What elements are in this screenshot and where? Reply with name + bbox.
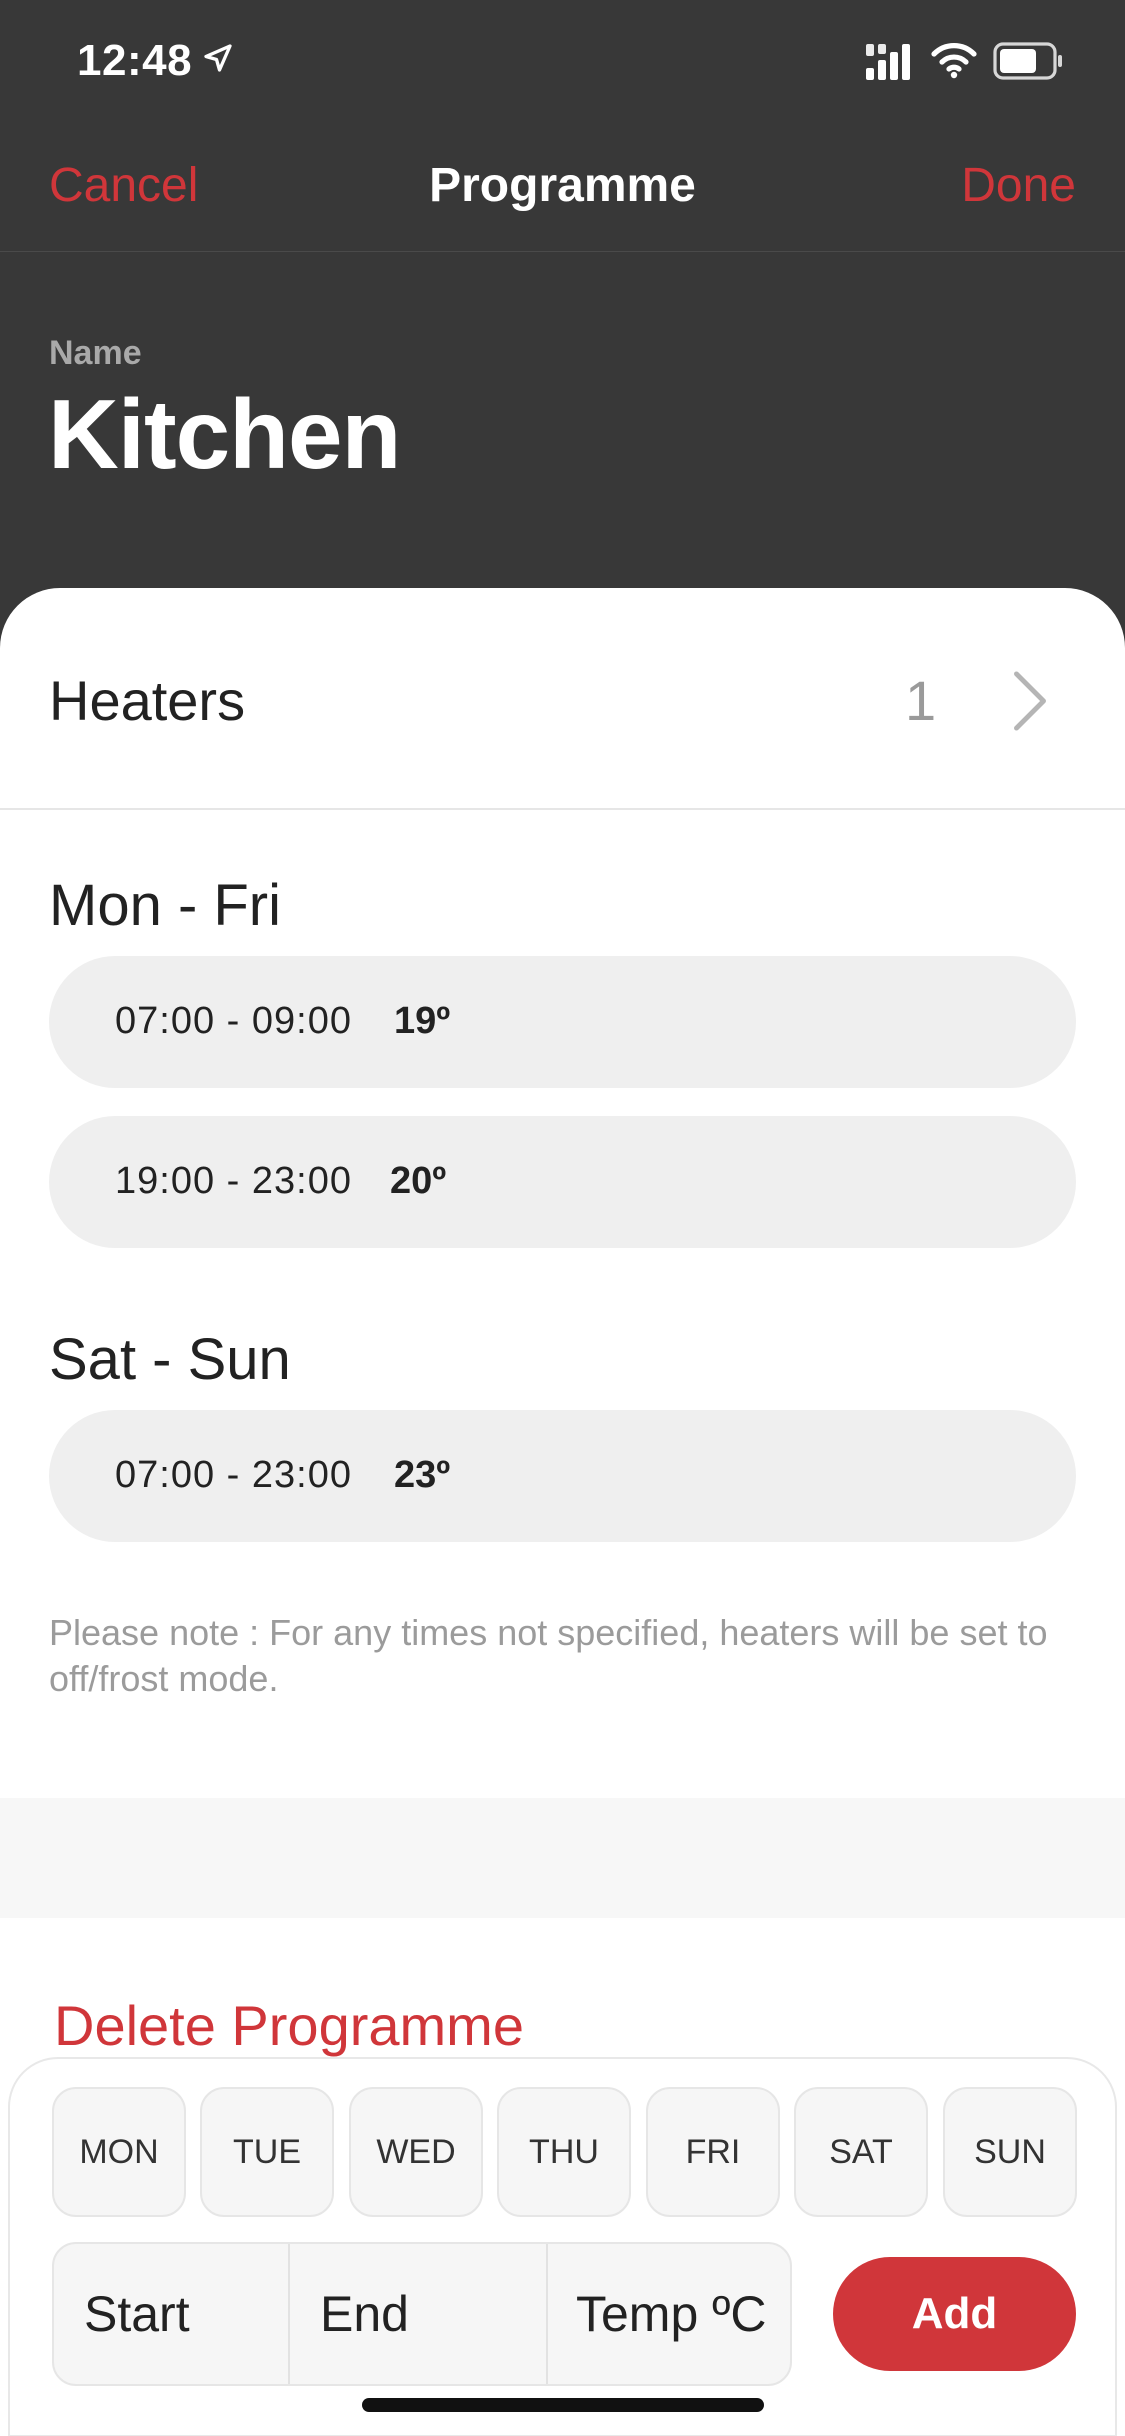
- slot-editor-panel: MON TUE WED THU FRI SAT SUN Start End Te…: [8, 2057, 1117, 2436]
- info-note: Please note : For any times not specifie…: [49, 1612, 1048, 1699]
- slot-time: 07:00 - 23:00: [115, 1454, 352, 1496]
- day-button-mon[interactable]: MON: [52, 2087, 186, 2217]
- slot-time: 19:00 - 23:00: [115, 1160, 352, 1202]
- home-indicator: [362, 2398, 764, 2412]
- heaters-label: Heaters: [49, 669, 246, 732]
- day-button-tue[interactable]: TUE: [200, 2087, 334, 2217]
- slot-temp: 20º: [390, 1160, 447, 1202]
- end-time-field[interactable]: End: [320, 2244, 409, 2384]
- section-separator: [0, 1798, 1125, 1918]
- done-button[interactable]: Done: [961, 158, 1076, 213]
- group-title-weekdays: Mon - Fri: [49, 873, 281, 938]
- group-title-weekend: Sat - Sun: [49, 1327, 291, 1392]
- day-button-sat[interactable]: SAT: [794, 2087, 928, 2217]
- time-slot[interactable]: 07:00 - 09:00 19º: [49, 956, 1076, 1088]
- add-button[interactable]: Add: [833, 2257, 1076, 2371]
- slot-time: 07:00 - 09:00: [115, 1000, 352, 1042]
- chevron-right-icon: [1014, 671, 1046, 731]
- heaters-row[interactable]: Heaters 1: [0, 588, 1125, 810]
- field-divider: [546, 2244, 548, 2384]
- navigation-bar: Cancel Programme Done: [0, 120, 1125, 252]
- field-divider: [288, 2244, 290, 2384]
- status-bar: 12:48: [0, 0, 1125, 120]
- day-button-wed[interactable]: WED: [349, 2087, 483, 2217]
- day-button-fri[interactable]: FRI: [646, 2087, 780, 2217]
- header-area: 12:48 Cancel Programme Done Name Kitchen: [0, 0, 1125, 640]
- slot-temp: 19º: [394, 1000, 451, 1042]
- delete-programme-button[interactable]: Delete Programme: [54, 1993, 524, 2058]
- programme-name[interactable]: Kitchen: [48, 378, 401, 491]
- status-time: 12:48: [77, 36, 193, 85]
- day-button-thu[interactable]: THU: [497, 2087, 631, 2217]
- temperature-field[interactable]: Temp ºC: [576, 2244, 767, 2384]
- signal-icon: [866, 44, 910, 80]
- location-arrow-icon: [204, 44, 232, 72]
- time-slot[interactable]: 07:00 - 23:00 23º: [49, 1410, 1076, 1542]
- page-title: Programme: [429, 159, 696, 212]
- slot-fields: Start End Temp ºC: [52, 2242, 792, 2386]
- battery-icon: [993, 42, 1062, 80]
- time-slot[interactable]: 19:00 - 23:00 20º: [49, 1116, 1076, 1248]
- start-time-field[interactable]: Start: [84, 2244, 190, 2384]
- name-label: Name: [49, 334, 142, 372]
- wifi-icon: [931, 43, 977, 79]
- slot-temp: 23º: [394, 1454, 451, 1496]
- heaters-count: 1: [905, 669, 937, 732]
- day-button-sun[interactable]: SUN: [943, 2087, 1077, 2217]
